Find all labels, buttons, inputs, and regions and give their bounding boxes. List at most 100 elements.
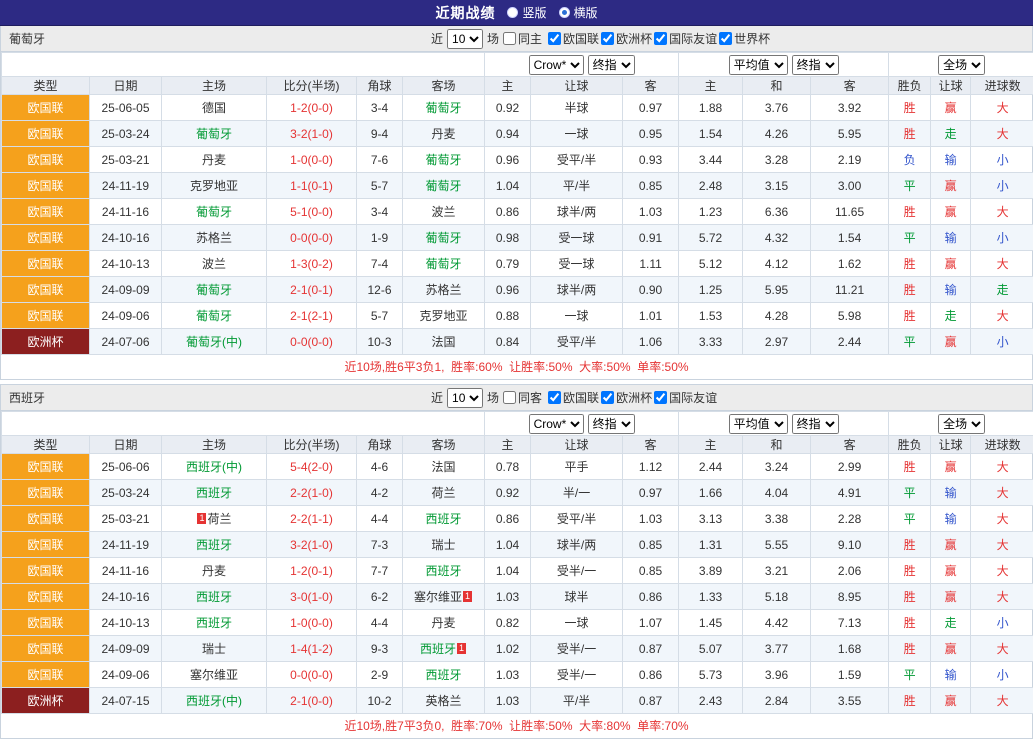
checkbox[interactable] (548, 32, 561, 45)
date-cell: 24-09-06 (90, 303, 162, 329)
league-checkbox[interactable]: 国际友谊 (654, 389, 717, 406)
column-header: 主 (679, 77, 743, 95)
avg-odds-select[interactable]: 平均值 (729, 414, 788, 434)
handicap-odds-selects: Crow*终指 (485, 53, 679, 77)
avg-draw-odds-cell: 6.36 (743, 199, 811, 225)
odds-mode-select[interactable]: 终指 (588, 414, 635, 434)
handicap-result-cell: 输 (931, 147, 971, 173)
odds-mode-select[interactable]: 终指 (588, 55, 635, 75)
result-cell: 胜 (889, 251, 931, 277)
score-cell: 2-2(1-1) (267, 506, 357, 532)
column-header: 客场 (403, 436, 485, 454)
match-type-cell: 欧国联 (2, 506, 90, 532)
avg-draw-odds-cell: 3.28 (743, 147, 811, 173)
team-name: 西班牙 (426, 668, 462, 682)
recent-count-select[interactable]: 10 (447, 29, 483, 49)
recent-count-select[interactable]: 10 (447, 388, 483, 408)
avg-draw-odds-cell: 2.97 (743, 329, 811, 355)
score-cell: 2-1(0-0) (267, 688, 357, 714)
checkbox[interactable] (503, 32, 516, 45)
column-header: 主场 (162, 436, 267, 454)
league-checkbox[interactable]: 欧国联 (548, 30, 599, 47)
match-type-cell: 欧国联 (2, 277, 90, 303)
result-cell: 胜 (889, 688, 931, 714)
away-team-cell: 塞尔维亚1 (403, 584, 485, 610)
avg-home-odds-cell: 1.66 (679, 480, 743, 506)
checkbox[interactable] (601, 32, 614, 45)
handicap-result-cell: 赢 (931, 532, 971, 558)
corner-cell: 3-4 (357, 199, 403, 225)
checkbox[interactable] (654, 391, 667, 404)
avg-draw-odds-cell: 5.55 (743, 532, 811, 558)
checkbox[interactable] (719, 32, 732, 45)
avg-draw-odds-cell: 5.95 (743, 277, 811, 303)
column-header: 胜负 (889, 436, 931, 454)
league-checkbox[interactable]: 欧洲杯 (601, 389, 652, 406)
blank-header-cell (2, 412, 485, 436)
section-portugal: 葡萄牙 近 10 场 同主 欧国联欧洲杯国际友谊世界杯 Crow*终指 平均值终… (0, 26, 1033, 380)
league-checkbox[interactable]: 欧洲杯 (601, 30, 652, 47)
match-row: 欧国联24-11-16葡萄牙5-1(0-0)3-4波兰0.86球半/两1.031… (2, 199, 1033, 225)
team-name: 西班牙(中) (186, 694, 242, 708)
avg-mode-select[interactable]: 终指 (792, 55, 839, 75)
away-odds-cell: 0.85 (623, 532, 679, 558)
average-odds-selects: 平均值终指 (679, 412, 889, 436)
result-cell: 平 (889, 329, 931, 355)
avg-home-odds-cell: 1.31 (679, 532, 743, 558)
goals-result-cell: 大 (971, 121, 1033, 147)
avg-away-odds-cell: 11.21 (811, 277, 889, 303)
avg-home-odds-cell: 3.44 (679, 147, 743, 173)
goals-result-cell: 大 (971, 480, 1033, 506)
odds-company-select[interactable]: Crow* (529, 414, 584, 434)
match-type-cell: 欧国联 (2, 303, 90, 329)
date-cell: 24-09-09 (90, 636, 162, 662)
away-odds-cell: 1.11 (623, 251, 679, 277)
avg-home-odds-cell: 1.54 (679, 121, 743, 147)
corner-cell: 12-6 (357, 277, 403, 303)
away-odds-cell: 1.07 (623, 610, 679, 636)
radio-horizontal-layout[interactable]: 横版 (559, 4, 598, 21)
goals-result-cell: 大 (971, 251, 1033, 277)
match-type-cell: 欧国联 (2, 95, 90, 121)
match-row: 欧国联24-09-09瑞士1-4(1-2)9-3西班牙11.02受半/一0.87… (2, 636, 1033, 662)
league-checkbox[interactable]: 欧国联 (548, 389, 599, 406)
team-name: 苏格兰 (196, 231, 232, 245)
avg-draw-odds-cell: 4.28 (743, 303, 811, 329)
home-team-cell: 丹麦 (162, 147, 267, 173)
match-type-cell: 欧国联 (2, 584, 90, 610)
same-venue-label: 同客 (518, 389, 542, 406)
match-row: 欧国联24-10-13西班牙1-0(0-0)4-4丹麦0.82一球1.071.4… (2, 610, 1033, 636)
same-venue-checkbox[interactable]: 同主 (503, 30, 542, 47)
home-odds-cell: 1.03 (485, 584, 531, 610)
red-card-badge: 1 (457, 643, 466, 654)
avg-mode-select[interactable]: 终指 (792, 414, 839, 434)
match-type-cell: 欧国联 (2, 251, 90, 277)
league-checkbox[interactable]: 世界杯 (719, 30, 770, 47)
league-checkbox-label: 欧洲杯 (616, 389, 652, 406)
odds-company-select[interactable]: Crow* (529, 55, 584, 75)
radio-vertical-layout[interactable]: 竖版 (507, 4, 546, 21)
team-name: 荷兰 (207, 512, 231, 526)
goals-result-cell: 小 (971, 147, 1033, 173)
handicap-result-cell: 走 (931, 303, 971, 329)
scope-select[interactable]: 全场 (938, 55, 985, 75)
checkbox[interactable] (654, 32, 667, 45)
same-venue-checkbox[interactable]: 同客 (503, 389, 542, 406)
score-cell: 1-0(0-0) (267, 147, 357, 173)
avg-home-odds-cell: 5.07 (679, 636, 743, 662)
avg-odds-select[interactable]: 平均值 (729, 55, 788, 75)
score-cell: 3-0(1-0) (267, 584, 357, 610)
column-header: 日期 (90, 77, 162, 95)
handicap-result-cell: 赢 (931, 454, 971, 480)
scope-select[interactable]: 全场 (938, 414, 985, 434)
checkbox[interactable] (548, 391, 561, 404)
checkbox[interactable] (601, 391, 614, 404)
league-checkbox[interactable]: 国际友谊 (654, 30, 717, 47)
date-cell: 24-10-13 (90, 610, 162, 636)
team-name: 葡萄牙(中) (186, 335, 242, 349)
checkbox[interactable] (503, 391, 516, 404)
score-cell: 3-2(1-0) (267, 121, 357, 147)
handicap-cell: 受一球 (531, 225, 623, 251)
avg-home-odds-cell: 1.88 (679, 95, 743, 121)
away-team-cell: 瑞士 (403, 532, 485, 558)
